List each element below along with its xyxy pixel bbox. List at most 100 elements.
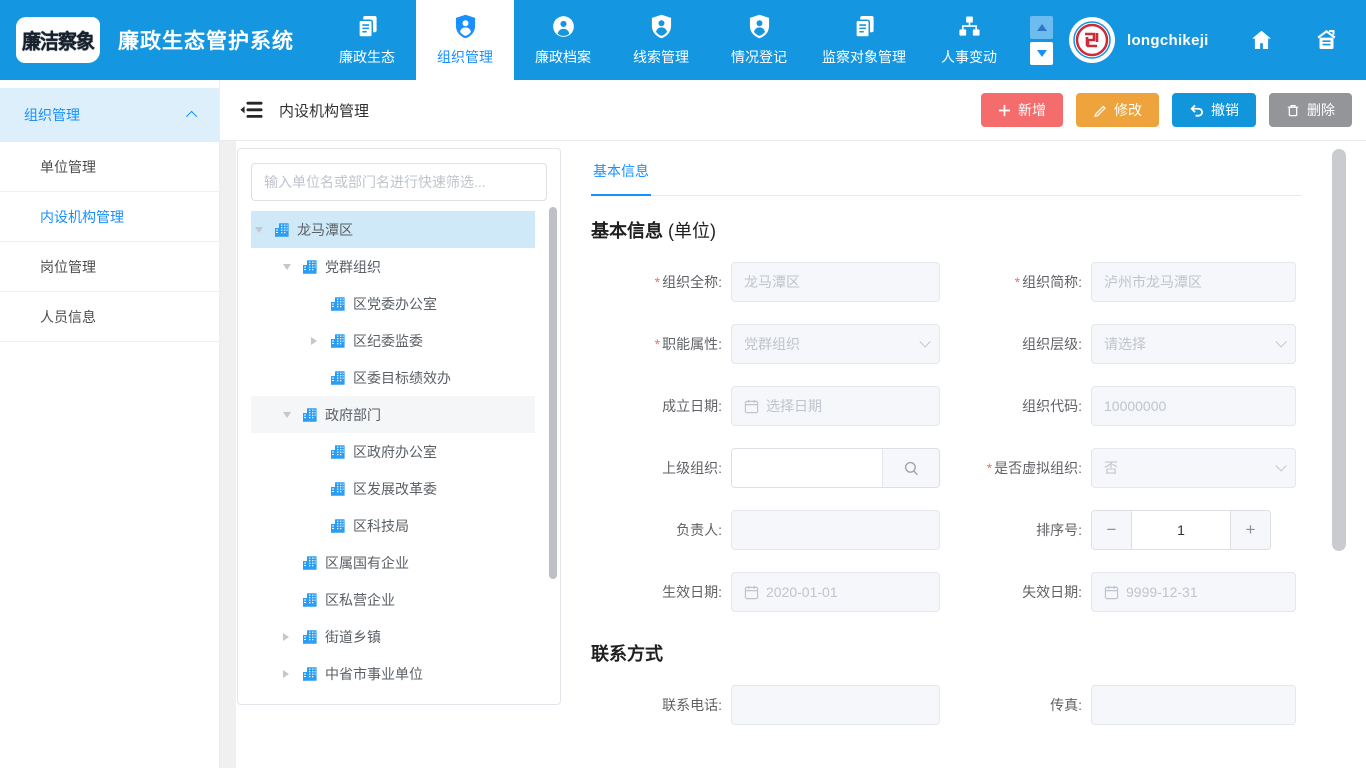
tree-node[interactable]: 街道乡镇 bbox=[251, 618, 535, 655]
stepper-increase-button[interactable]: + bbox=[1230, 511, 1270, 549]
main-scrollbar[interactable] bbox=[1332, 149, 1346, 551]
undo-button[interactable]: 撤销 bbox=[1172, 93, 1256, 127]
required-mark: * bbox=[1015, 274, 1020, 290]
content: 龙马潭区 党群组织 区党委办公室 区纪委 bbox=[220, 141, 1366, 768]
home-icon[interactable] bbox=[1249, 28, 1274, 52]
sidebar-item-danwei-guanli[interactable]: 单位管理 bbox=[0, 142, 219, 192]
tree-node[interactable]: 区政府办公室 bbox=[251, 433, 535, 470]
required-mark: * bbox=[655, 274, 660, 290]
sidebar-item-renyuan-xinxi[interactable]: 人员信息 bbox=[0, 292, 219, 342]
nav-tab-label: 线索管理 bbox=[633, 47, 689, 67]
field-virtual-org: *是否虚拟组织: 否 bbox=[948, 448, 1302, 488]
parent-org-search-button[interactable] bbox=[882, 449, 939, 487]
tree-node[interactable]: 区委目标绩效办 bbox=[251, 359, 535, 396]
caret-expanded-icon[interactable] bbox=[255, 227, 274, 233]
add-button[interactable]: 新增 bbox=[981, 93, 1063, 127]
app-title: 廉政生态管护系统 bbox=[118, 25, 294, 55]
caret-expanded-icon[interactable] bbox=[283, 412, 302, 418]
nav-tab-lianzheng-dangan[interactable]: 廉政档案 bbox=[514, 0, 612, 80]
field-parent-org: 上级组织: bbox=[591, 448, 948, 488]
org-short-name-input bbox=[1091, 262, 1296, 302]
archive-icon[interactable] bbox=[1314, 28, 1339, 52]
building-icon bbox=[330, 296, 346, 312]
search-icon bbox=[903, 460, 920, 477]
tree-node[interactable]: 区发展改革委 bbox=[251, 470, 535, 507]
org-tree: 龙马潭区 党群组织 区党委办公室 区纪委 bbox=[251, 211, 547, 692]
stepper-value[interactable]: 1 bbox=[1132, 511, 1230, 549]
shield-user-icon bbox=[454, 14, 477, 40]
phone-input bbox=[731, 685, 940, 725]
username[interactable]: longchikeji bbox=[1127, 32, 1209, 49]
tree-node[interactable]: 政府部门 bbox=[251, 396, 535, 433]
avatar[interactable] bbox=[1069, 17, 1115, 63]
field-found-date: 成立日期: 选择日期 bbox=[591, 386, 948, 426]
detail-form: 基本信息 基本信息 (单位) *组织全称: *组织简称: bbox=[561, 141, 1366, 768]
caret-collapsed-icon[interactable] bbox=[283, 670, 302, 678]
tree-node[interactable]: 中省市事业单位 bbox=[251, 655, 535, 692]
building-icon bbox=[274, 222, 290, 238]
required-mark: * bbox=[987, 460, 992, 476]
sidebar-group-label: 组织管理 bbox=[24, 105, 80, 125]
nav-scroll-buttons bbox=[1030, 16, 1053, 65]
building-icon bbox=[330, 518, 346, 534]
sidebar-item-neishe-jigou[interactable]: 内设机构管理 bbox=[0, 192, 219, 242]
required-mark: * bbox=[655, 336, 660, 352]
calendar-icon bbox=[1104, 585, 1119, 600]
main-area: 内设机构管理 新增 修改 撤销 删除 bbox=[220, 80, 1366, 768]
nav-scroll-down-button[interactable] bbox=[1030, 42, 1053, 65]
field-expiry-date: 失效日期: 9999-12-31 bbox=[948, 572, 1302, 612]
nav-tab-xiansuo-guanli[interactable]: 线索管理 bbox=[612, 0, 710, 80]
tree-node[interactable]: 龙马潭区 bbox=[251, 211, 535, 248]
caret-expanded-icon[interactable] bbox=[283, 264, 302, 270]
sidebar: 组织管理 单位管理 内设机构管理 岗位管理 人员信息 bbox=[0, 80, 220, 768]
field-org-short-name: *组织简称: bbox=[948, 262, 1302, 302]
nav-tab-lianzheng-shengtai[interactable]: 廉政生态 bbox=[318, 0, 416, 80]
virtual-org-select: 否 bbox=[1091, 448, 1296, 488]
field-org-code: 组织代码: bbox=[948, 386, 1302, 426]
tree-node[interactable]: 党群组织 bbox=[251, 248, 535, 285]
tree-node[interactable]: 区党委办公室 bbox=[251, 285, 535, 322]
nav-tab-zuzhi-guanli[interactable]: 组织管理 bbox=[416, 0, 514, 80]
tree-scrollbar[interactable] bbox=[549, 207, 557, 579]
building-icon bbox=[330, 444, 346, 460]
sidebar-item-label: 人员信息 bbox=[40, 307, 96, 327]
nav-tab-renshi-biandong[interactable]: 人事变动 bbox=[920, 0, 1018, 80]
tree-node[interactable]: 区私营企业 bbox=[251, 581, 535, 618]
caret-collapsed-icon[interactable] bbox=[283, 633, 302, 641]
sidebar-item-label: 单位管理 bbox=[40, 157, 96, 177]
edit-button[interactable]: 修改 bbox=[1076, 93, 1159, 127]
shield-user-icon bbox=[748, 14, 771, 40]
building-icon bbox=[330, 370, 346, 386]
delete-button[interactable]: 删除 bbox=[1269, 93, 1352, 127]
sidebar-item-gangwei-guanli[interactable]: 岗位管理 bbox=[0, 242, 219, 292]
tree-search-input[interactable] bbox=[251, 163, 547, 201]
caret-collapsed-icon[interactable] bbox=[311, 337, 330, 345]
building-icon bbox=[330, 481, 346, 497]
field-sort-no: 排序号: − 1 + bbox=[948, 510, 1302, 550]
form-grid: *组织全称: *组织简称: *职能属性: 党群组织 bbox=[591, 262, 1302, 634]
nav-tab-jiancha-duixiang[interactable]: 监察对象管理 bbox=[808, 0, 920, 80]
nav-scroll-up-button[interactable] bbox=[1030, 16, 1053, 39]
chevron-up-icon bbox=[186, 111, 197, 122]
tree-node[interactable]: 区科技局 bbox=[251, 507, 535, 544]
fax-input bbox=[1091, 685, 1296, 725]
stepper-decrease-button[interactable]: − bbox=[1092, 511, 1132, 549]
sidebar-group-zuzhi-guanli[interactable]: 组织管理 bbox=[0, 88, 219, 142]
form-grid-contact: 联系电话: 传真: bbox=[591, 685, 1302, 747]
avatar-seal-icon bbox=[1072, 20, 1112, 60]
org-full-name-input bbox=[731, 262, 940, 302]
collapse-icon[interactable] bbox=[240, 101, 263, 119]
trash-icon bbox=[1286, 103, 1300, 118]
building-icon bbox=[302, 407, 318, 423]
nav-tab-qingkuang-dengji[interactable]: 情况登记 bbox=[710, 0, 808, 80]
plus-icon bbox=[998, 104, 1011, 117]
sort-no-stepper: − 1 + bbox=[1091, 510, 1271, 550]
app-logo-text: 廉洁察象 bbox=[22, 25, 94, 54]
tab-basic-info[interactable]: 基本信息 bbox=[591, 155, 651, 196]
parent-org-input[interactable] bbox=[732, 449, 882, 487]
tree-node[interactable]: 区纪委监委 bbox=[251, 322, 535, 359]
chevron-down-icon bbox=[919, 336, 930, 347]
tree-node[interactable]: 区属国有企业 bbox=[251, 544, 535, 581]
sidebar-item-label: 内设机构管理 bbox=[40, 207, 124, 227]
arrow-down-icon bbox=[1037, 50, 1047, 57]
